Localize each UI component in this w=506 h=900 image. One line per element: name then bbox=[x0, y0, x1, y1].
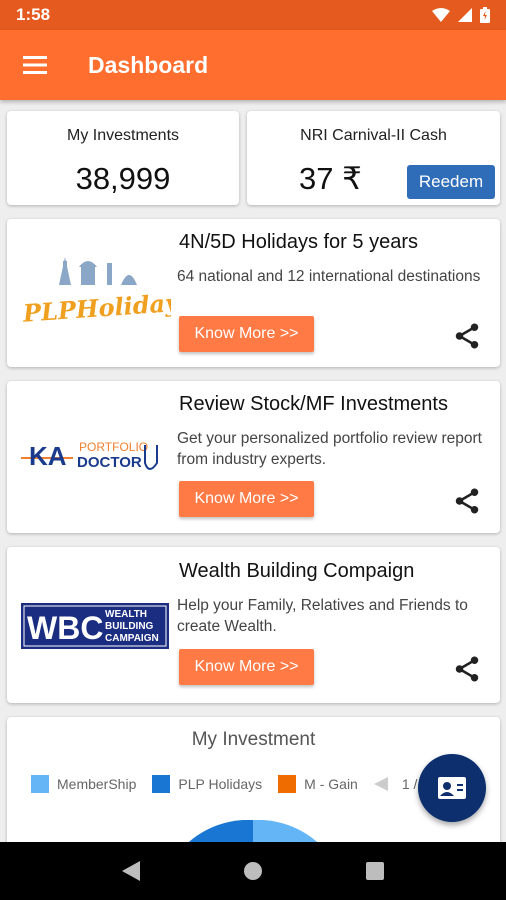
promo-description: Get your personalized portfolio review r… bbox=[177, 430, 482, 468]
back-triangle-icon bbox=[122, 861, 140, 881]
app-bar: Dashboard bbox=[0, 30, 506, 100]
hamburger-icon bbox=[23, 56, 47, 74]
nav-back-button[interactable] bbox=[111, 851, 151, 891]
legend-prev-icon[interactable] bbox=[373, 777, 388, 791]
legend-item[interactable]: PLP Holidays bbox=[152, 775, 262, 793]
svg-text:KA: KA bbox=[29, 441, 67, 471]
svg-text:PLPHolidays: PLPHolidays bbox=[21, 287, 171, 328]
svg-text:DOCTOR: DOCTOR bbox=[77, 454, 142, 471]
home-circle-icon bbox=[244, 862, 262, 880]
share-icon[interactable] bbox=[452, 321, 482, 351]
redeem-button[interactable]: Reedem bbox=[407, 165, 495, 199]
know-more-button[interactable]: Know More >> bbox=[179, 649, 314, 685]
promo-card-holidays: PLPHolidays 4N/5D Holidays for 5 years 6… bbox=[7, 219, 500, 367]
promo-card-portfolio: KA PORTFOLIO DOCTOR Review Stock/MF Inve… bbox=[7, 381, 500, 533]
promo-description: 64 national and 12 international destina… bbox=[177, 268, 481, 285]
legend-label: PLP Holidays bbox=[178, 776, 263, 792]
carnival-cash-label: NRI Carnival-II Cash bbox=[300, 127, 447, 144]
page-title: Dashboard bbox=[88, 51, 209, 78]
legend-item[interactable]: MemberShip bbox=[31, 775, 136, 793]
svg-text:PORTFOLIO: PORTFOLIO bbox=[79, 440, 148, 454]
legend-label: MemberShip bbox=[57, 776, 137, 792]
signal-icon bbox=[458, 8, 472, 22]
chart-title: My Investment bbox=[191, 729, 316, 750]
recents-square-icon bbox=[366, 862, 384, 880]
svg-text:WEALTH: WEALTH bbox=[105, 609, 147, 620]
promo-card-wealth: WBC WEALTH BUILDING CAMPAIGN Wealth Buil… bbox=[7, 547, 500, 703]
status-icons bbox=[432, 7, 490, 23]
promo-description: Help your Family, Relatives and Friends … bbox=[177, 597, 468, 635]
status-bar: 1:58 bbox=[0, 0, 506, 30]
legend-item[interactable]: M - Gain bbox=[278, 775, 358, 793]
legend-swatch bbox=[278, 775, 297, 793]
legend-page: 1 / bbox=[401, 776, 418, 792]
system-nav-bar bbox=[0, 842, 506, 900]
my-investments-label: My Investments bbox=[66, 127, 180, 144]
share-icon[interactable] bbox=[452, 654, 482, 684]
wifi-icon bbox=[432, 8, 450, 22]
contact-fab-button[interactable] bbox=[418, 754, 486, 822]
contact-card-icon bbox=[438, 777, 466, 799]
my-investments-card[interactable]: My Investments 38,999 bbox=[7, 111, 239, 205]
carnival-cash-value: 37 ₹ bbox=[299, 161, 362, 196]
battery-icon bbox=[480, 7, 490, 23]
promo-title: Review Stock/MF Investments bbox=[179, 393, 448, 415]
promo-title: Wealth Building Compaign bbox=[179, 560, 415, 582]
legend-label: M - Gain bbox=[304, 776, 358, 792]
chart-legend: MemberShip PLP Holidays M - Gain 1 / bbox=[31, 775, 417, 793]
svg-text:CAMPAIGN: CAMPAIGN bbox=[105, 633, 159, 644]
promo-title: 4N/5D Holidays for 5 years bbox=[179, 231, 418, 253]
legend-swatch bbox=[152, 775, 171, 793]
menu-button[interactable] bbox=[0, 30, 70, 100]
nav-home-button[interactable] bbox=[233, 851, 273, 891]
plp-holidays-logo: PLPHolidays bbox=[21, 257, 171, 328]
share-icon[interactable] bbox=[452, 486, 482, 516]
svg-text:WBC: WBC bbox=[27, 610, 103, 646]
legend-swatch bbox=[31, 775, 49, 793]
carnival-cash-card: NRI Carnival-II Cash 37 ₹ Reedem bbox=[247, 111, 500, 205]
svg-text:BUILDING: BUILDING bbox=[105, 621, 154, 632]
know-more-button[interactable]: Know More >> bbox=[179, 316, 314, 352]
nav-recents-button[interactable] bbox=[355, 851, 395, 891]
portfolio-doctor-logo: KA PORTFOLIO DOCTOR bbox=[21, 440, 158, 471]
know-more-button[interactable]: Know More >> bbox=[179, 481, 314, 517]
my-investments-value: 38,999 bbox=[75, 161, 171, 196]
status-time: 1:58 bbox=[16, 5, 51, 24]
wbc-logo: WBC WEALTH BUILDING CAMPAIGN bbox=[21, 603, 169, 649]
